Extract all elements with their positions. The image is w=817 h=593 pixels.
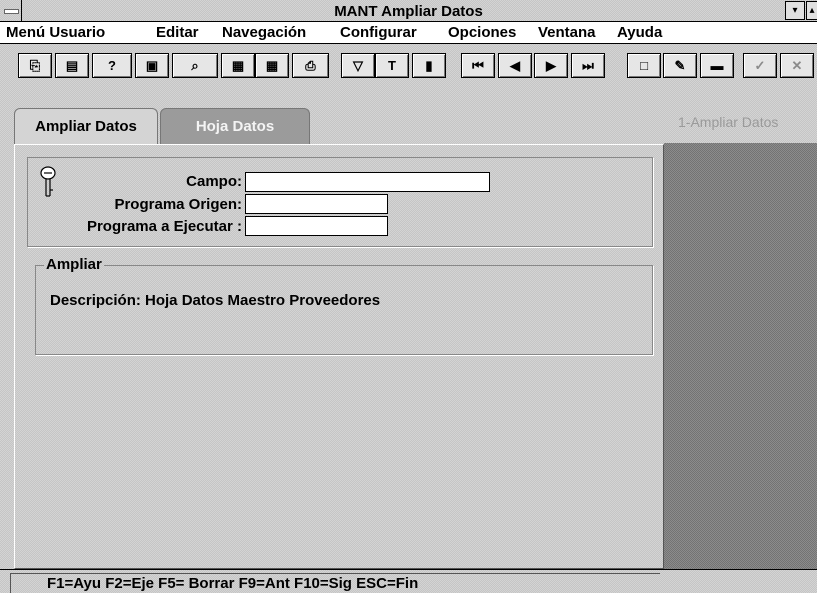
key-fields-group: Campo: Programa Origen: Programa a Ejecu…: [27, 157, 653, 247]
window-title: MANT Ampliar Datos: [334, 3, 483, 20]
menu-editar[interactable]: Editar: [156, 24, 199, 41]
campo-label: Campo:: [186, 173, 242, 190]
grid-button[interactable]: ▦: [221, 53, 255, 78]
tab-hoja-datos[interactable]: Hoja Datos: [160, 108, 310, 144]
print-button[interactable]: ⎙: [292, 53, 329, 78]
info-icon: ▣: [145, 57, 159, 73]
paste-button[interactable]: ▤: [55, 53, 89, 78]
filter-icon: ▽: [353, 57, 363, 73]
side-panel: 1-Ampliar Datos: [664, 100, 817, 569]
key-icon: [40, 166, 56, 197]
menu-usuario[interactable]: Menú Usuario: [6, 24, 105, 41]
help-icon: ?: [108, 58, 116, 73]
menu-configurar[interactable]: Configurar: [340, 24, 417, 41]
last-record-button[interactable]: ⏭: [571, 53, 605, 78]
copy-button[interactable]: ⎘: [18, 53, 52, 78]
menu-ventana[interactable]: Ventana: [538, 24, 596, 41]
restore-button[interactable]: ▴: [806, 1, 817, 20]
status-text: F1=Ayu F2=Eje F5= Borrar F9=Ant F10=Sig …: [47, 575, 419, 592]
copy-icon: ⎘: [29, 57, 41, 73]
text-button[interactable]: T: [375, 53, 409, 78]
programa-origen-label: Programa Origen:: [114, 196, 242, 213]
paste-icon: ▤: [65, 57, 79, 73]
next-record-icon: ▶: [546, 57, 556, 73]
previous-record-button[interactable]: ◀: [498, 53, 532, 78]
menu-navegacion[interactable]: Navegación: [222, 24, 306, 41]
campo-field[interactable]: [245, 172, 490, 192]
edit-pencil-icon: ✎: [674, 57, 686, 73]
print-icon: ⎙: [305, 57, 316, 73]
search-icon: ⌕: [191, 57, 199, 73]
first-record-button[interactable]: ⏮: [461, 53, 495, 78]
toolbar: ⎘ ▤? ▣ ⌕ ▦ ▦ ⎙ ▽ T ▮ ⏮ ◀ ▶ ⏭ □ ✎ ▬ ✓ ✕: [0, 44, 817, 78]
menu-bar: Menú Usuario Editar Navegación Configura…: [0, 22, 817, 44]
chevron-up-icon: ▴: [809, 5, 815, 16]
new-document-icon: □: [640, 58, 648, 73]
info-button[interactable]: ▣: [135, 53, 169, 78]
ampliar-group-title: Ampliar: [45, 256, 102, 273]
last-record-icon: ⏭: [582, 57, 594, 73]
programa-ejecutar-field[interactable]: [245, 216, 388, 236]
new-document-button[interactable]: □: [627, 53, 661, 78]
programa-origen-field[interactable]: [245, 194, 388, 214]
side-list-item-label: 1-Ampliar Datos: [678, 114, 779, 130]
accept-button[interactable]: ✓: [743, 53, 777, 78]
calculator-button[interactable]: ▦: [255, 53, 289, 78]
search-button[interactable]: ⌕: [172, 53, 218, 78]
programa-ejecutar-label: Programa a Ejecutar :: [86, 218, 242, 235]
filter-button[interactable]: ▽: [341, 53, 375, 78]
help-button[interactable]: ?: [92, 53, 132, 78]
ampliar-group: Ampliar Descripción: Hoja Datos Maestro …: [35, 256, 653, 355]
calculator-icon: ▦: [265, 57, 279, 73]
cancel-button[interactable]: ✕: [780, 53, 814, 78]
minimize-button[interactable]: ▾: [785, 1, 805, 20]
chevron-down-icon: ▾: [792, 5, 798, 16]
first-record-icon: ⏮: [472, 57, 484, 73]
tab-ampliar-datos[interactable]: Ampliar Datos: [14, 108, 158, 144]
side-panel-body: [664, 143, 817, 569]
previous-record-icon: ◀: [510, 57, 520, 73]
menu-ayuda[interactable]: Ayuda: [617, 24, 662, 41]
status-field: F1=Ayu F2=Eje F5= Borrar F9=Ant F10=Sig …: [10, 573, 660, 593]
next-record-button[interactable]: ▶: [534, 53, 568, 78]
text-icon: T: [388, 58, 396, 73]
edit-pencil-button[interactable]: ✎: [663, 53, 697, 78]
cancel-icon: ✕: [791, 57, 803, 73]
title-bar: MANT Ampliar Datos ▾ ▴: [0, 0, 817, 22]
chart-icon: ▮: [425, 57, 433, 73]
description-text: Descripción: Hoja Datos Maestro Proveedo…: [50, 292, 381, 309]
menu-opciones[interactable]: Opciones: [448, 24, 516, 41]
form-panel: Campo: Programa Origen: Programa a Ejecu…: [14, 144, 664, 569]
chart-button[interactable]: ▮: [412, 53, 446, 78]
grid-icon: ▦: [231, 57, 245, 73]
side-list-item[interactable]: 1-Ampliar Datos: [664, 100, 817, 143]
accept-icon: ✓: [754, 57, 766, 73]
status-bar: F1=Ayu F2=Eje F5= Borrar F9=Ant F10=Sig …: [0, 569, 817, 593]
delete-icon: ▬: [710, 58, 724, 73]
delete-button[interactable]: ▬: [700, 53, 734, 78]
